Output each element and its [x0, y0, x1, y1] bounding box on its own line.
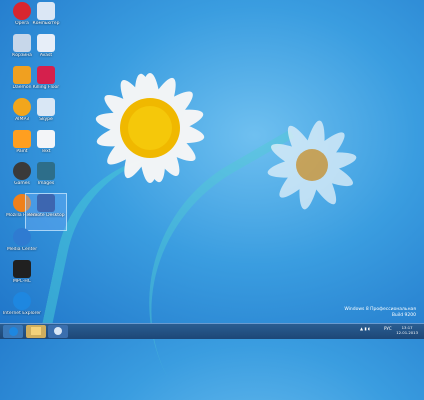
clock[interactable]: 13:17 12.01.2013 [396, 325, 418, 335]
main-daisy [95, 73, 205, 183]
video-player-icon [13, 260, 31, 278]
desktop-icon-remote-desktop[interactable]: Remote Desktop [25, 193, 67, 231]
tray-icons[interactable]: ▲ ▮ ◖ [360, 326, 370, 331]
explorer-taskbar-button[interactable] [26, 325, 46, 338]
taskbar: ▲ ▮ ◖ РУС 13:17 12.01.2013 [0, 323, 424, 339]
ie-taskbar-button[interactable] [3, 325, 23, 338]
desktop-icon-text[interactable]: Text [26, 130, 66, 166]
desktop-icon-images[interactable]: Images [26, 162, 66, 198]
watermark-build: Build 9200 [391, 313, 416, 318]
desktop-icon-game[interactable]: Killing Floor [26, 66, 66, 102]
windows-watermark: Windows 8 Профессиональная Build 9200 [344, 307, 416, 319]
desktop-icon-mpc[interactable]: MPC-HC [2, 260, 42, 296]
desktop-icon-media[interactable]: Media Center [2, 228, 42, 264]
app-icon [54, 327, 62, 335]
desktop-icon-skype[interactable]: Skype [26, 98, 66, 134]
language-indicator[interactable]: РУС [384, 326, 392, 331]
desktop-icon-computer[interactable]: Компьютер [26, 2, 66, 38]
folder-icon [31, 327, 41, 335]
desktop-icon-avast[interactable]: Avast [26, 34, 66, 70]
app-taskbar-button[interactable] [48, 325, 68, 338]
text-file-icon [37, 130, 55, 148]
clock-date: 12.01.2013 [396, 330, 418, 335]
remote-desktop-icon [37, 194, 55, 212]
computer-icon [37, 2, 55, 20]
media-icon [13, 228, 31, 246]
avast-icon [37, 34, 55, 52]
ie-icon [8, 327, 18, 336]
background-daisy [267, 120, 357, 210]
image-icon [37, 162, 55, 180]
ie-icon [13, 292, 31, 310]
skype-icon [37, 98, 55, 116]
game-icon [37, 66, 55, 84]
